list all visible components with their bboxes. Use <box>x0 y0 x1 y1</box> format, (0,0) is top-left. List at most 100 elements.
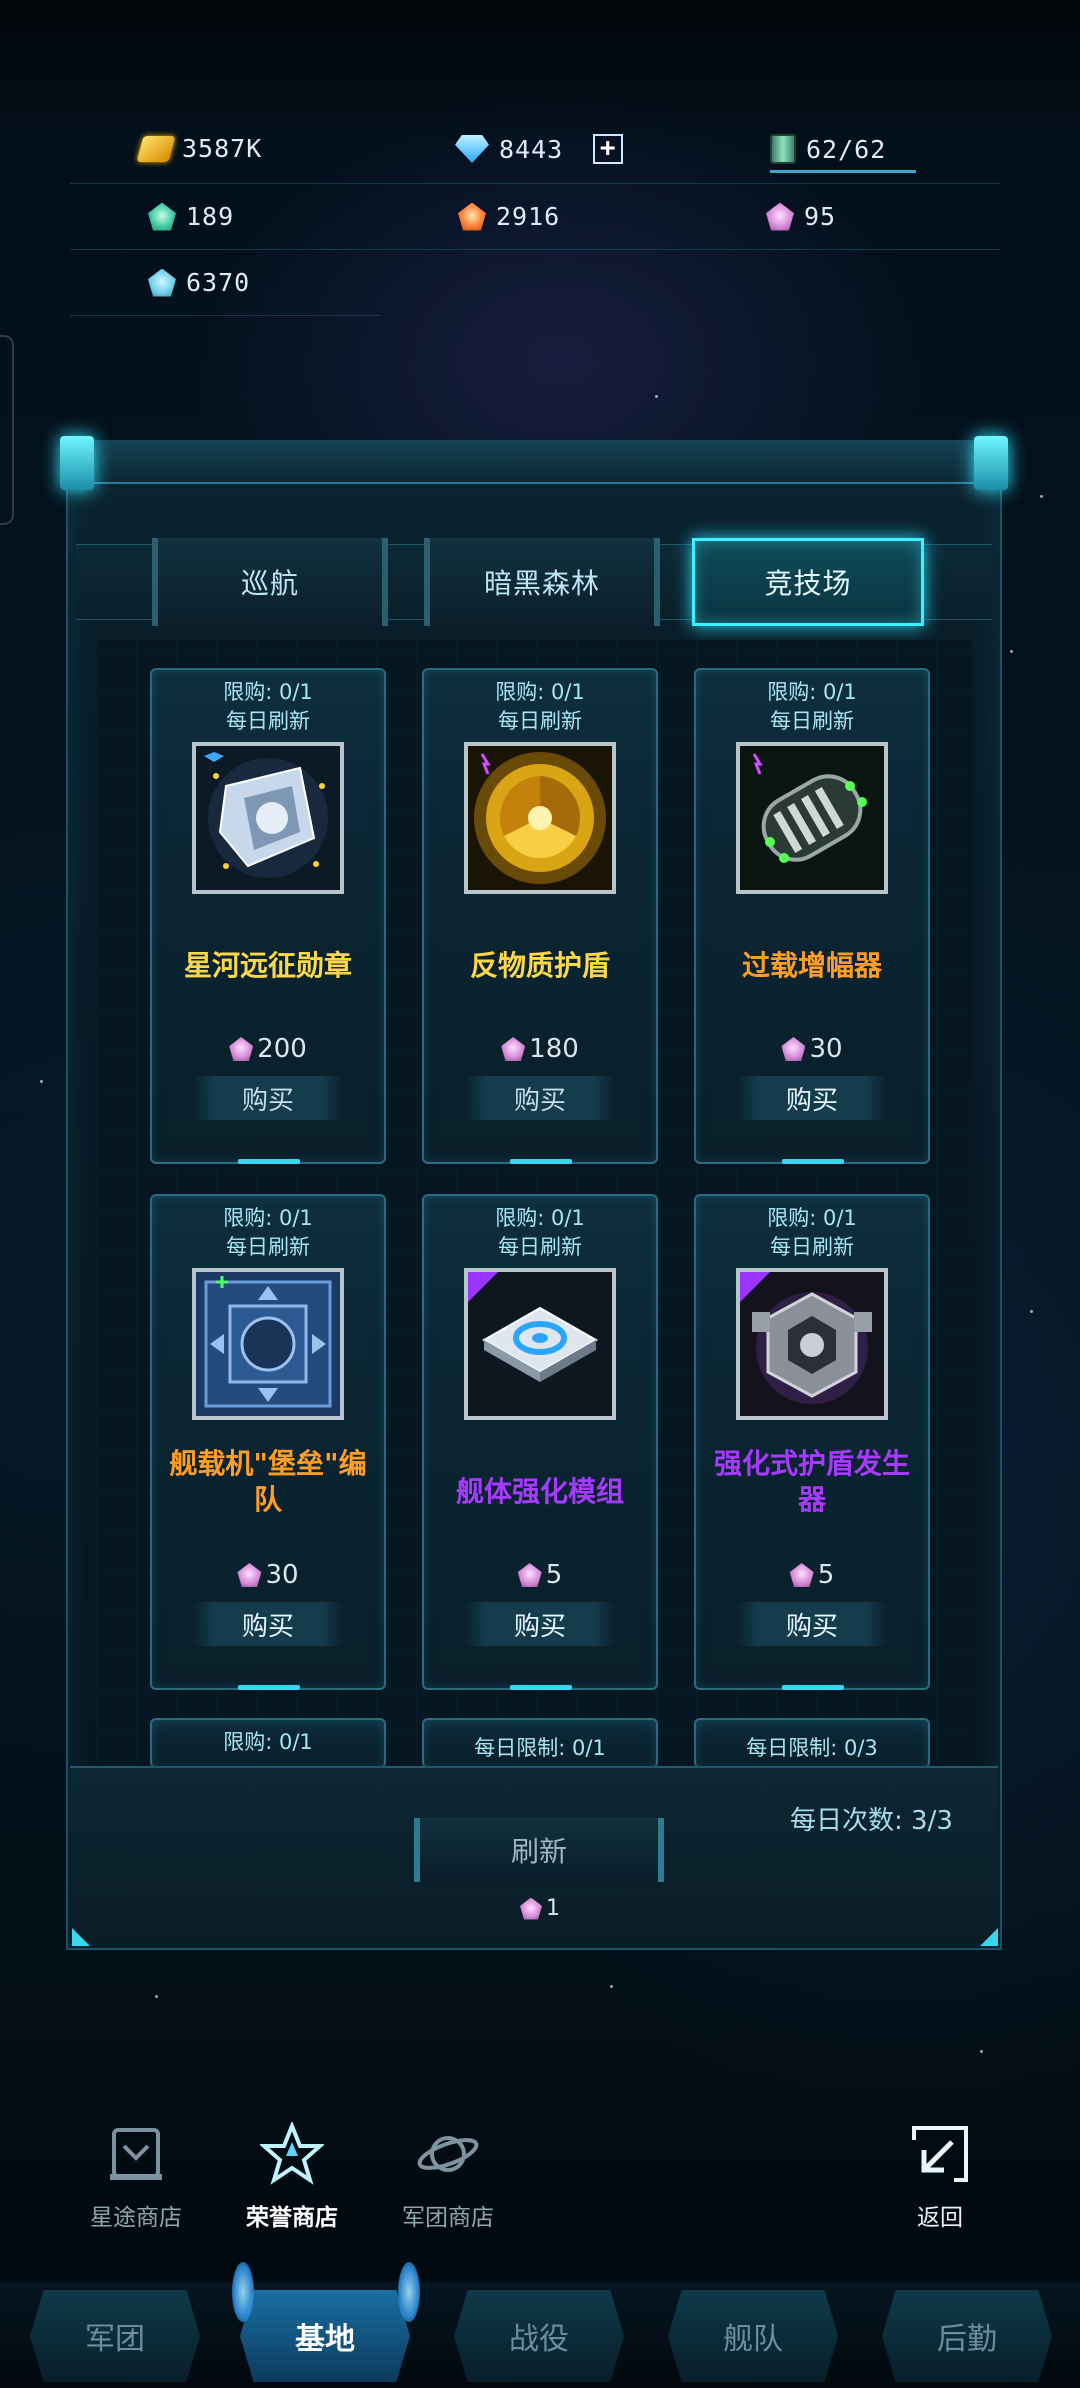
shop-item-card[interactable]: 限购: 0/1 每日刷新 反物质护盾 180 购买 <box>422 668 658 1164</box>
shop-item-card-partial[interactable]: 每日限制: 0/1 <box>422 1718 658 1768</box>
item-price: 200 <box>152 1034 384 1064</box>
refresh-note: 每日刷新 <box>498 1235 582 1259</box>
side-handle[interactable] <box>0 335 14 525</box>
item-name: 反物质护盾 <box>469 949 610 982</box>
item-name: 舰体强化模组 <box>455 1475 624 1508</box>
refresh-cost: 1 <box>520 1896 560 1921</box>
panel-cap-right <box>974 436 1008 490</box>
buy-button[interactable]: 购买 <box>736 1602 888 1646</box>
daily-count: 每日次数: 3/3 <box>790 1806 953 1836</box>
antimatter-shield-icon <box>464 742 616 894</box>
cyan-gem-resource: 6370 <box>148 268 250 297</box>
card-indicator <box>510 1159 572 1164</box>
price-value: 180 <box>529 1034 579 1064</box>
nav-tab-base[interactable]: 基地 <box>240 2290 410 2382</box>
refresh-note: 每日刷新 <box>770 1235 854 1259</box>
nav-tab-logistics[interactable]: 后勤 <box>882 2290 1052 2382</box>
shop-nav-label: 荣誉商店 <box>246 2205 338 2231</box>
nav-tab-fleet[interactable]: 舰队 <box>668 2290 838 2382</box>
nav-tab-campaign[interactable]: 战役 <box>454 2290 624 2382</box>
item-name: 舰载机"堡垒"编队 <box>169 1447 367 1516</box>
buy-button[interactable]: 购买 <box>464 1602 616 1646</box>
diamond-icon <box>455 135 489 163</box>
card-indicator <box>510 1685 572 1690</box>
shop-nav-legion[interactable]: 军团商店 <box>402 2122 494 2232</box>
pink-gem-amount: 95 <box>804 202 837 231</box>
card-indicator <box>782 1159 844 1164</box>
overload-amplifier-icon <box>736 742 888 894</box>
shield-generator-icon <box>736 1268 888 1420</box>
buy-button[interactable]: 购买 <box>736 1076 888 1120</box>
refresh-button[interactable]: 刷新 <box>414 1818 664 1882</box>
nav-tab-legion[interactable]: 军团 <box>30 2290 200 2382</box>
item-name: 星河远征勋章 <box>183 949 352 982</box>
teal-gem-resource: 189 <box>148 202 234 231</box>
shop-item-card[interactable]: 限购: 0/1 每日刷新 舰体强化模组 5 购买 <box>422 1194 658 1690</box>
shop-nav-label: 星途商店 <box>90 2205 182 2231</box>
pink-gem-icon <box>789 1563 814 1587</box>
gold-bar-icon <box>136 135 176 162</box>
shop-nav-label: 军团商店 <box>402 2205 494 2231</box>
diamond-resource: 8443 + <box>455 134 624 164</box>
card-indicator <box>238 1159 300 1164</box>
tab-arena[interactable]: 竞技场 <box>692 538 924 626</box>
pink-gem-resource: 95 <box>766 202 836 231</box>
crate-icon <box>770 134 796 164</box>
orange-gem-resource: 2916 <box>458 202 560 231</box>
shop-nav-honor[interactable]: 荣誉商店 <box>246 2122 338 2232</box>
item-price: 5 <box>424 1560 656 1590</box>
purchase-limit: 限购: 0/1 <box>767 680 857 704</box>
pink-gem-icon <box>781 1037 806 1061</box>
tab-dark-forest[interactable]: 暗黑森林 <box>424 538 660 626</box>
fortress-squadron-icon <box>192 1268 344 1420</box>
teal-gem-icon <box>148 202 176 231</box>
price-value: 30 <box>809 1034 843 1064</box>
purchase-limit: 限购: 0/1 <box>495 680 585 704</box>
buy-button[interactable]: 购买 <box>192 1076 344 1120</box>
capacity-underline <box>770 170 916 173</box>
card-indicator <box>782 1685 844 1690</box>
galaxy-medal-icon <box>192 742 344 894</box>
shop-item-card[interactable]: 限购: 0/1 每日刷新 星河远征勋章 200 购买 <box>150 668 386 1164</box>
orange-gem-icon <box>458 202 486 231</box>
shop-item-card[interactable]: 限购: 0/1 每日刷新 舰载机"堡垒"编队 30 购买 <box>150 1194 386 1690</box>
purchase-limit: 限购: 0/1 <box>495 1206 585 1230</box>
buy-button[interactable]: 购买 <box>464 1076 616 1120</box>
cyan-gem-icon <box>148 268 176 297</box>
shop-item-card-partial[interactable]: 每日限制: 0/3 <box>694 1718 930 1768</box>
refresh-note: 每日刷新 <box>226 1235 310 1259</box>
cyan-gem-amount: 6370 <box>186 268 251 297</box>
tab-cruise[interactable]: 巡航 <box>152 538 388 626</box>
panel-cap-left <box>60 436 94 490</box>
daily-limit: 每日限制: 0/1 <box>474 1736 606 1760</box>
back-icon <box>908 2122 972 2186</box>
price-value: 5 <box>817 1560 835 1590</box>
add-diamond-button[interactable]: + <box>593 134 624 164</box>
pink-gem-icon <box>766 202 794 231</box>
card-indicator <box>238 1685 300 1690</box>
gold-resource: 3587K <box>136 134 262 163</box>
shop-panel-header <box>66 440 1002 484</box>
refresh-note: 每日刷新 <box>498 709 582 733</box>
hull-module-icon <box>464 1268 616 1420</box>
back-button[interactable]: 返回 <box>908 2122 972 2232</box>
legion-shop-icon <box>416 2122 480 2186</box>
buy-button[interactable]: 购买 <box>192 1602 344 1646</box>
shop-item-card[interactable]: 限购: 0/1 每日刷新 强化式护盾发生器 5 购买 <box>694 1194 930 1690</box>
pink-gem-icon <box>501 1037 526 1061</box>
item-name: 强化式护盾发生器 <box>713 1447 910 1516</box>
item-price: 180 <box>424 1034 656 1064</box>
price-value: 200 <box>257 1034 307 1064</box>
item-price: 5 <box>696 1560 928 1590</box>
refresh-note: 每日刷新 <box>770 709 854 733</box>
item-price: 30 <box>696 1034 928 1064</box>
purchase-limit: 限购: 0/1 <box>767 1206 857 1230</box>
item-price: 30 <box>152 1560 384 1590</box>
shop-item-card[interactable]: 限购: 0/1 每日刷新 过载增幅器 30 购买 <box>694 668 930 1164</box>
shop-item-card-partial[interactable]: 限购: 0/1 <box>150 1718 386 1768</box>
purchase-limit: 限购: 0/1 <box>223 1206 313 1230</box>
diamond-amount: 8443 <box>499 134 564 164</box>
daily-limit: 每日限制: 0/3 <box>746 1736 878 1760</box>
shop-nav-star-route[interactable]: 星途商店 <box>90 2122 182 2232</box>
price-value: 5 <box>545 1560 563 1590</box>
